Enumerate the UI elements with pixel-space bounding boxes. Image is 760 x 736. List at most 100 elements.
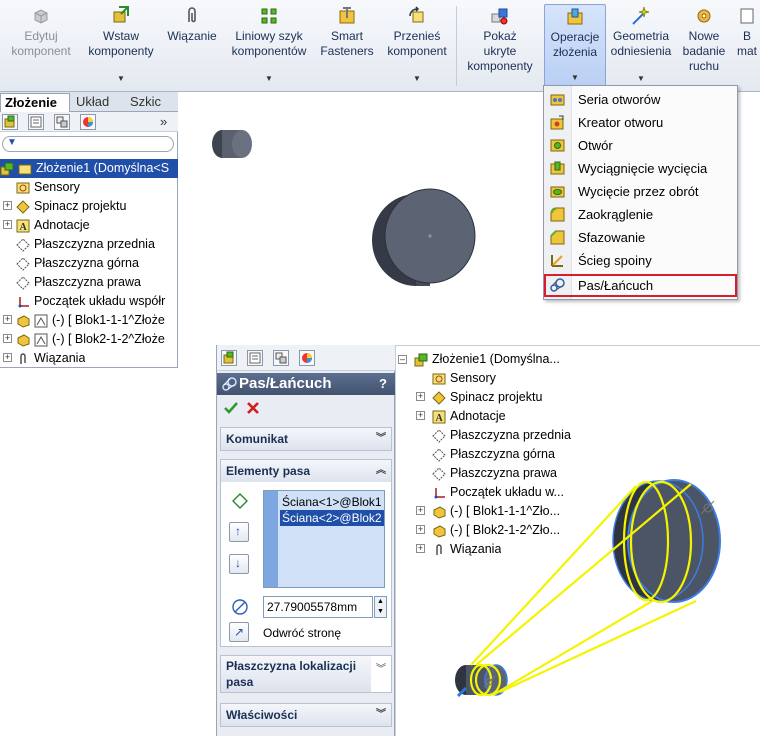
tree-item-mates[interactable]: Wiązania [16,349,85,368]
mate-button[interactable]: Wiązanie [162,4,222,88]
new-motion-study-button[interactable]: Nowe badanie ruchu [676,4,732,88]
spin-up-icon[interactable]: ▲ [375,597,386,607]
menu-item-chamfer[interactable]: Sfazowanie [544,226,737,249]
tree-item-block2[interactable]: (-) [ Blok2-1-2^Złoże [16,330,178,349]
belt-length-input[interactable]: 27.79005578mm [263,596,373,618]
tree-filter-row: ▼ [0,132,178,156]
tree-item-origin[interactable]: Początek układu współr [16,292,178,311]
configuration-manager-tab-icon[interactable] [273,350,289,366]
tree-item-top-plane[interactable]: Płaszczyzna górna [16,254,139,273]
spin-down-icon[interactable]: ▼ [375,607,386,617]
tree-item-sensors[interactable]: Sensory [16,178,80,197]
new-motion-study-icon [697,9,711,23]
chevron-down-icon: ︾ [376,709,386,720]
edit-component-button[interactable]: Edytuj komponent [2,4,80,88]
tree-item-annotations[interactable]: A Adnotacje [16,216,90,235]
menu-item-hole-series[interactable]: Seria otworów [544,88,737,111]
tree-item-design-binder[interactable]: Spinacz projektu [16,197,126,216]
chevron-up-icon: ︽ [376,465,386,476]
menu-item-hole-wizard[interactable]: Kreator otworu [544,111,737,134]
tree-filter-input[interactable]: ▼ [2,136,174,152]
feature-manager-tab-icon[interactable] [221,350,237,366]
menu-item-weld-bead[interactable]: Ścieg spoiny [544,249,737,272]
tab-sketch[interactable]: Szkic [126,93,174,112]
display-manager-tab-icon[interactable] [299,350,315,366]
belt-plane-group-header[interactable]: Płaszczyzna lokalizacji pasa [221,656,371,692]
properties-group-header[interactable]: Właściwości ︾ [221,704,391,726]
cancel-x-icon[interactable] [245,400,261,416]
expand-toggle[interactable]: + [3,353,12,362]
plane-icon [16,275,30,290]
insert-components-button[interactable]: Wstaw komponenty ▼ [82,4,160,88]
expand-toggle[interactable]: + [3,201,12,210]
tab-assembly[interactable]: Złożenie [0,93,70,112]
belt-members-group-header[interactable]: Elementy pasa ︽ [221,460,391,482]
feature-manager-tab-icon[interactable] [2,114,18,130]
graphics-area-top[interactable] [178,92,543,345]
flip-arrow-icon: ↗ [234,625,245,639]
expand-toggle[interactable]: + [3,334,12,343]
menu-item-extruded-cut[interactable]: Wyciągnięcie wycięcia [544,157,737,180]
annotation-icon: A [16,219,30,233]
design-binder-icon [16,199,30,214]
sensor-icon [16,182,30,194]
properties-group[interactable]: Właściwości ︾ [220,703,392,727]
small-cylinder[interactable] [212,130,252,158]
tab-layout[interactable]: Układ [72,93,124,112]
chamfer-icon [550,230,565,245]
list-item[interactable]: Ściana<1>@Blok1 [280,494,384,510]
pitch-diameter-icon [232,599,248,615]
move-down-button[interactable]: ↓ [229,554,249,574]
belt-chain-icon [550,278,565,292]
assembly-features-button[interactable]: Operacje złożenia ▼ [544,4,606,88]
belt-members-list[interactable]: Ściana<1>@Blok1 Ściana<2>@Blok2 [263,490,385,588]
tree-item-assembly-root[interactable]: Złożenie1 (Domyślna<S [0,159,178,178]
move-component-button[interactable]: Przenieś komponent ▼ [380,4,454,88]
ok-checkmark-icon[interactable] [223,400,239,416]
ok-cancel-row [217,397,395,419]
bill-of-materials-button[interactable]: B mat [734,4,760,88]
configuration-manager-tab-icon[interactable] [54,114,70,130]
large-pulley[interactable] [612,479,721,603]
expand-toggle[interactable]: + [3,315,12,324]
belt-chain-icon [222,377,237,391]
tree-item-front-plane[interactable]: Płaszczyzna przednia [16,235,155,254]
expand-toggle[interactable]: + [3,220,12,229]
flip-side-button[interactable]: ↗ [229,622,249,642]
help-button[interactable]: ? [379,373,387,395]
menu-item-belt-chain[interactable]: Pas/Łańcuch [544,274,737,297]
menu-item-revolved-cut[interactable]: Wycięcie przez obrót [544,180,737,203]
plane-icon [16,237,30,252]
reference-geometry-button[interactable]: Geometria odniesienia ▼ [608,4,674,88]
manager-icon-bar: » [0,112,178,132]
menu-item-hole[interactable]: Otwór [544,134,737,157]
flip-side-label: Odwróć stronę [263,626,342,640]
svg-text:A: A [20,222,28,233]
property-manager-tab-icon[interactable] [28,114,44,130]
panel-expand-button[interactable]: » [160,114,167,129]
bill-of-materials-icon [740,8,754,24]
property-manager-tab-icon[interactable] [247,350,263,366]
hole-series-icon [550,94,565,106]
large-cylinder[interactable] [372,188,476,286]
assembly-icon [0,162,14,176]
chevron-down-icon: ︾ [376,664,386,675]
show-hidden-components-button[interactable]: Pokaż ukryte komponenty [460,4,540,88]
graphics-area-bottom[interactable]: – Złożenie1 (Domyślna... Sensory + Spina… [395,345,760,736]
move-up-button[interactable]: ↑ [229,522,249,542]
message-group-header[interactable]: Komunikat ︾ [221,428,391,450]
belt-length-spinner[interactable]: ▲ ▼ [374,596,387,618]
plane-icon [16,256,30,271]
linear-pattern-button[interactable]: Liniowy szyk komponentów ▼ [224,4,314,88]
display-manager-tab-icon[interactable] [80,114,96,130]
tree-item-block1[interactable]: (-) [ Blok1-1-1^Złoże [16,311,178,330]
belt-plane-group[interactable]: Płaszczyzna lokalizacji pasa ︾ [220,655,392,693]
belt-assembly-view[interactable] [396,346,760,736]
paperclip-icon [188,7,196,23]
tree-item-right-plane[interactable]: Płaszczyzna prawa [16,273,141,292]
message-group[interactable]: Komunikat ︾ [220,427,392,451]
command-manager-ribbon: Edytuj komponent Wstaw komponenty ▼ Wiąz… [0,0,760,92]
smart-fasteners-button[interactable]: Smart Fasteners [316,4,378,88]
list-item[interactable]: Ściana<2>@Blok2 [280,510,384,526]
menu-item-fillet[interactable]: Zaokrąglenie [544,203,737,226]
